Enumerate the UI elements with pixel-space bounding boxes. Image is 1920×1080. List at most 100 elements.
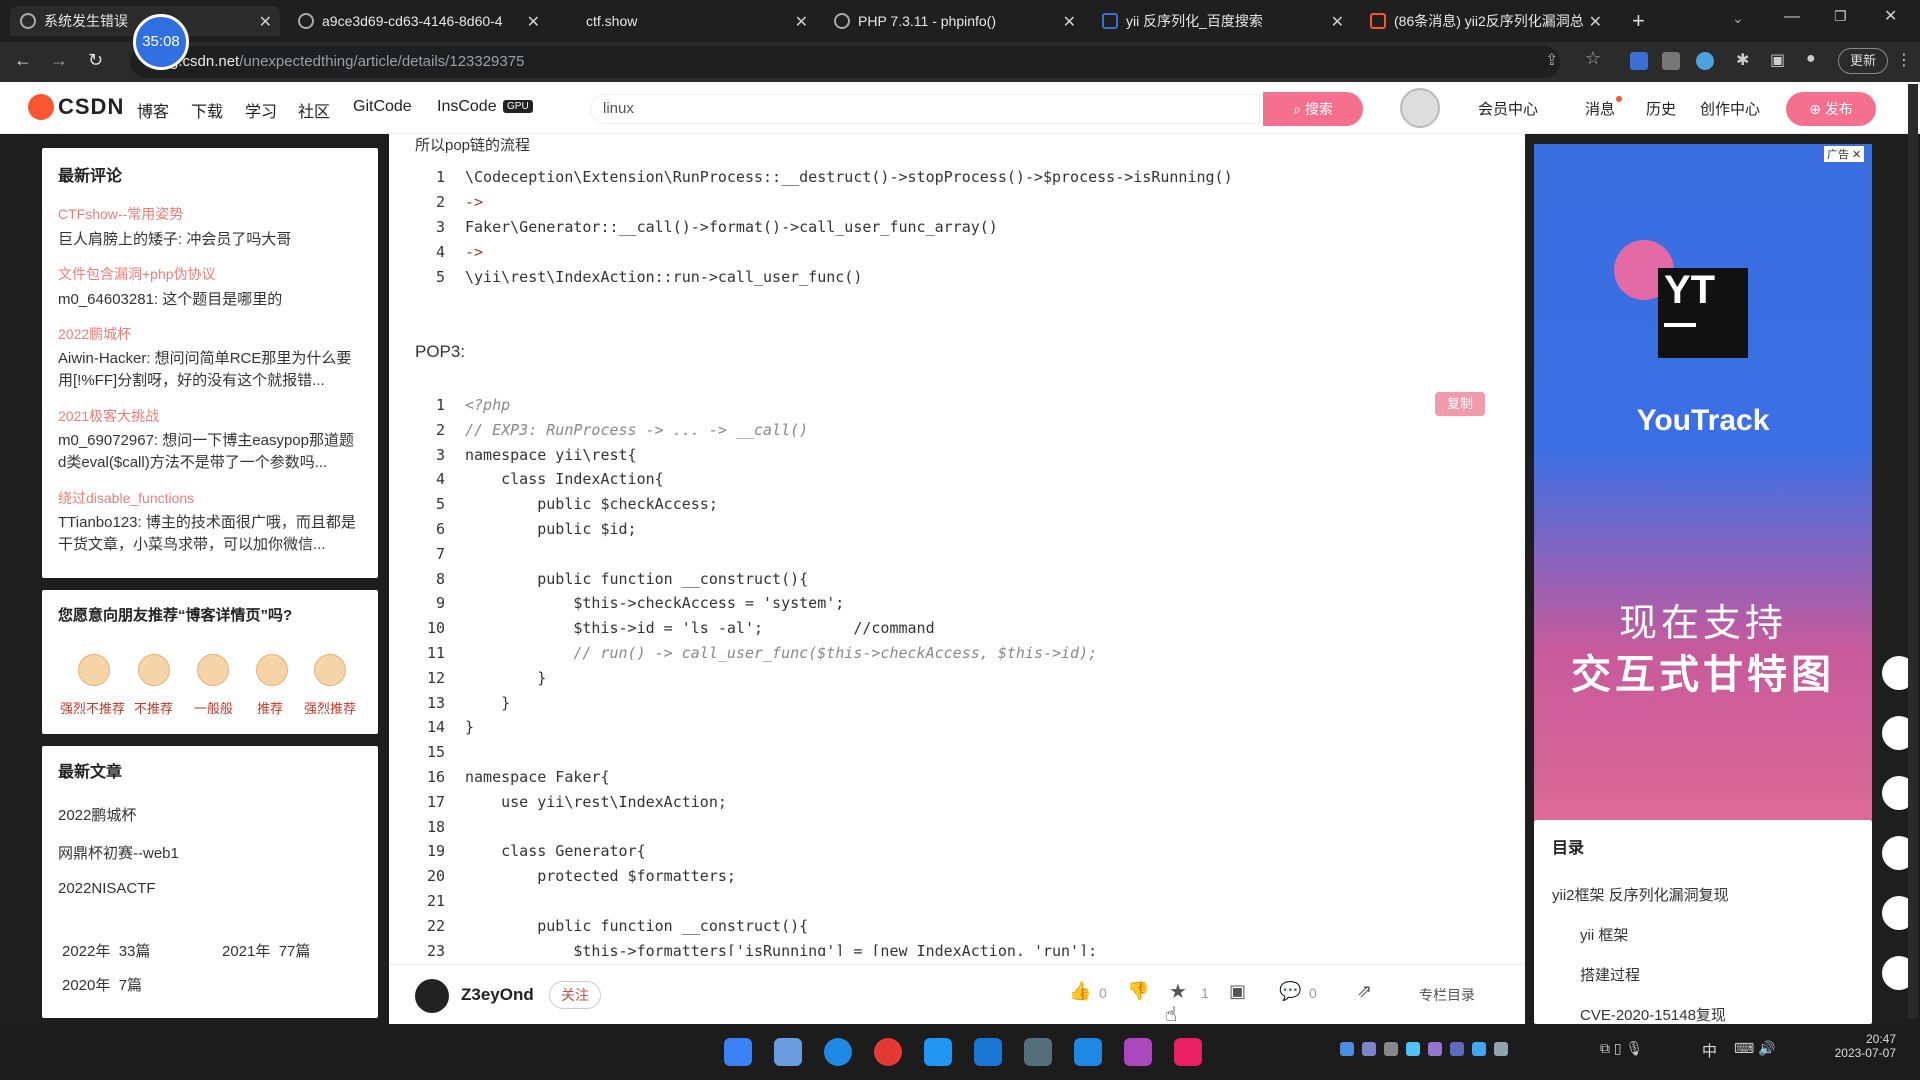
minimize-icon[interactable]: —	[1784, 8, 1800, 26]
close-tab-icon[interactable]: ✕	[1331, 12, 1344, 32]
comment-article-link[interactable]: 2022鹏城杯	[58, 324, 131, 344]
app-icon[interactable]	[924, 1038, 952, 1066]
nav-history[interactable]: 历史	[1646, 98, 1676, 119]
nav-creator-center[interactable]: 创作中心	[1700, 98, 1760, 119]
nav-blog[interactable]: 博客	[137, 98, 169, 122]
author-avatar[interactable]	[415, 979, 449, 1013]
comment-text[interactable]: Aiwin-Hacker: 想问问简单RCE那里为什么要用[!%FF]分割呀，好…	[58, 348, 358, 392]
forward-icon[interactable]: →	[50, 50, 68, 71]
ime-indicator[interactable]: 中	[1702, 1040, 1717, 1061]
tab-search-icon[interactable]: ⌄	[1732, 10, 1744, 27]
big-smile-face-icon[interactable]	[314, 654, 346, 686]
like-icon[interactable]: 👍	[1069, 981, 1091, 1002]
latest-article-link[interactable]: 2022鹏城杯	[58, 804, 136, 825]
publish-button[interactable]: ⊕ 发布	[1786, 92, 1876, 126]
app-icon[interactable]	[974, 1038, 1002, 1066]
extension-icon[interactable]	[1630, 52, 1648, 70]
column-toc-link[interactable]: 专栏目录	[1419, 985, 1475, 1005]
tab-csdn-article[interactable]: (86条消息) yii2反序列化漏洞总 ✕	[1360, 6, 1610, 36]
edge-icon[interactable]	[824, 1038, 852, 1066]
phpstorm-icon[interactable]	[1124, 1038, 1152, 1066]
very-sad-face-icon[interactable]	[78, 654, 110, 686]
archive-link-2022[interactable]: 2022年 33篇	[62, 940, 150, 961]
network-volume-icon[interactable]: ⌨ 🔊	[1734, 1040, 1776, 1057]
archive-link-2021[interactable]: 2021年 77篇	[222, 940, 310, 961]
file-explorer-icon[interactable]	[774, 1038, 802, 1066]
close-tab-icon[interactable]: ✕	[795, 12, 808, 32]
comment-article-link[interactable]: CTFshow--常用姿势	[58, 204, 183, 224]
tab-phpinfo[interactable]: PHP 7.3.11 - phpinfo() ✕	[824, 6, 1084, 36]
sidebar-icon[interactable]: ▣	[1770, 50, 1785, 70]
reload-icon[interactable]: ↻	[88, 50, 103, 71]
comment-text[interactable]: m0_69072967: 想问一下博主easypop那道题d类eval($cal…	[58, 430, 358, 474]
tab-baidu-search[interactable]: yii 反序列化_百度搜索 ✕	[1092, 6, 1352, 36]
follow-button[interactable]: 关注	[549, 981, 601, 1009]
clock[interactable]: 20:47 2023-07-07	[1832, 1032, 1896, 1060]
maximize-icon[interactable]: ❐	[1834, 8, 1847, 25]
close-tab-icon[interactable]: ✕	[259, 12, 272, 32]
nav-vip-center[interactable]: 会员中心	[1478, 98, 1538, 119]
app-icon[interactable]	[1174, 1038, 1202, 1066]
tab-ctfshow[interactable]: ctf.show ✕	[556, 6, 816, 36]
system-tray-icons[interactable]	[1340, 1042, 1580, 1062]
comment-article-link[interactable]: 绕过disable_functions	[58, 488, 194, 508]
app-icon[interactable]	[1074, 1038, 1102, 1066]
tray-tools-icon[interactable]: ⧉ ▯ 🎙	[1600, 1040, 1643, 1057]
author-name[interactable]: Z3eyOnd	[461, 985, 534, 1005]
sad-face-icon[interactable]	[138, 654, 170, 686]
csdn-logo-text[interactable]: CSDN	[58, 94, 124, 120]
share-icon[interactable]: ⇪	[1545, 50, 1558, 70]
reward-icon[interactable]: ▣	[1229, 981, 1246, 1002]
new-tab-icon[interactable]: +	[1632, 8, 1645, 34]
update-button[interactable]: 更新	[1838, 48, 1888, 74]
tab-uuid[interactable]: a9ce3d69-cd63-4146-8d60-4 ✕	[288, 6, 548, 36]
nav-download[interactable]: 下载	[191, 98, 223, 122]
collect-star-icon[interactable]: ★	[1169, 979, 1187, 1004]
comment-article-link[interactable]: 2021极客大挑战	[58, 406, 159, 426]
nav-learn[interactable]: 学习	[245, 98, 277, 122]
menu-icon[interactable]: ⋮	[1896, 50, 1912, 70]
share-icon[interactable]: ⇗	[1357, 981, 1372, 1002]
address-bar[interactable]: g.csdn.net/unexpectedthing/article/detai…	[130, 46, 1560, 78]
extension-icon[interactable]	[1696, 52, 1714, 70]
close-window-icon[interactable]: ✕	[1884, 6, 1897, 26]
latest-article-link[interactable]: 2022NISACTF	[58, 880, 156, 897]
search-input[interactable]: linux	[590, 94, 1260, 124]
nav-inscode[interactable]: InsCode	[437, 98, 497, 116]
comment-text[interactable]: m0_64603281: 这个题目是哪里的	[58, 288, 358, 309]
back-icon[interactable]: ←	[14, 50, 32, 71]
csdn-logo-icon[interactable]	[28, 94, 54, 120]
toc-item[interactable]: yii 框架	[1580, 924, 1628, 945]
smile-face-icon[interactable]	[256, 654, 288, 686]
profile-icon[interactable]: ●	[1806, 50, 1816, 68]
line-number: 5	[435, 268, 445, 286]
neutral-face-icon[interactable]	[197, 654, 229, 686]
start-windows-icon[interactable]	[724, 1038, 752, 1066]
chrome-icon[interactable]	[874, 1038, 902, 1066]
nav-messages[interactable]: 消息	[1585, 98, 1615, 119]
extensions-puzzle-icon[interactable]: ✱	[1736, 50, 1749, 70]
comment-icon[interactable]: 💬	[1279, 981, 1301, 1002]
toc-item[interactable]: CVE-2020-15148复现	[1580, 1004, 1726, 1025]
search-button[interactable]: ⌕ 搜索	[1263, 92, 1363, 126]
toc-item[interactable]: 搭建过程	[1580, 964, 1640, 985]
comment-article-link[interactable]: 文件包含漏洞+php伪协议	[58, 264, 216, 284]
close-tab-icon[interactable]: ✕	[527, 12, 540, 32]
nav-community[interactable]: 社区	[298, 98, 330, 122]
toc-item[interactable]: yii2框架 反序列化漏洞复现	[1552, 884, 1729, 905]
avatar[interactable]	[1400, 88, 1440, 128]
nav-gitcode[interactable]: GitCode	[353, 98, 412, 116]
comment-text[interactable]: TTianbo123: 博主的技术面很广哦，而且都是干货文章，小菜鸟求带，可以加…	[58, 512, 358, 556]
bookmark-star-icon[interactable]: ☆	[1585, 48, 1601, 69]
youtrack-ad[interactable]: 广告 ✕ YT YouTrack 现在支持 交互式甘特图	[1534, 144, 1872, 820]
close-tab-icon[interactable]: ✕	[1063, 12, 1076, 32]
close-tab-icon[interactable]: ✕	[1589, 12, 1602, 32]
ad-badge[interactable]: 广告 ✕	[1824, 146, 1865, 162]
app-icon[interactable]	[1024, 1038, 1052, 1066]
archive-link-2020[interactable]: 2020年 7篇	[62, 974, 142, 995]
page-scrollbar[interactable]	[1908, 84, 1918, 1018]
latest-article-link[interactable]: 网鼎杯初赛--web1	[58, 842, 179, 863]
dislike-icon[interactable]: 👎	[1127, 981, 1149, 1002]
comment-text[interactable]: 巨人肩膀上的矮子: 冲会员了吗大哥	[58, 228, 358, 249]
extension-icon[interactable]	[1662, 52, 1680, 70]
